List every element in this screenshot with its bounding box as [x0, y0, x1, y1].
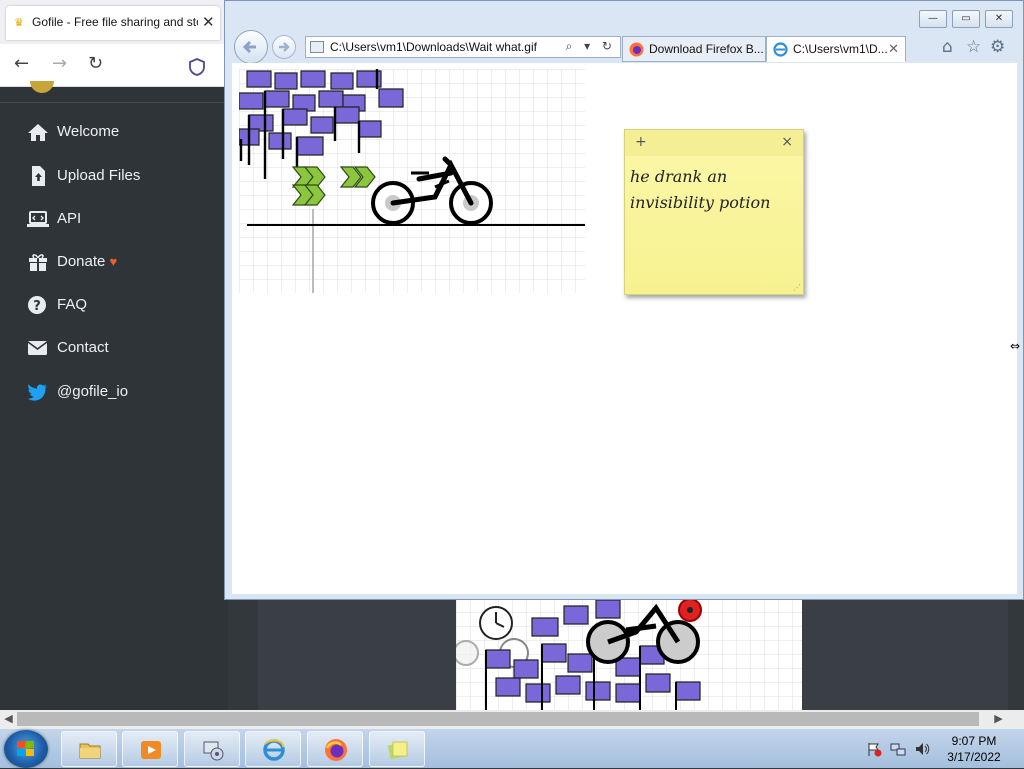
reload-button[interactable]: ↻: [88, 53, 103, 74]
sticky-note[interactable]: + × he drank an invisibility potion ⋰: [624, 129, 804, 295]
firefox-tab-title: Gofile - Free file sharing and sto: [32, 15, 198, 29]
sidebar-divider: [0, 102, 228, 103]
sidebar-item-label: @gofile_io: [57, 383, 129, 400]
sidebar-item-upload-files[interactable]: Upload Files: [0, 158, 228, 194]
action-center-flag-icon[interactable]: [866, 741, 882, 757]
sidebar-item-welcome[interactable]: Welcome: [0, 114, 228, 150]
back-button[interactable]: ←: [14, 53, 29, 74]
back-button[interactable]: [234, 30, 268, 64]
maximize-button[interactable]: ▭: [952, 10, 980, 28]
system-clock[interactable]: 9:07 PM 3/17/2022: [932, 733, 1016, 765]
clock-date: 3/17/2022: [947, 750, 1001, 764]
close-tab-icon[interactable]: ✕: [888, 41, 899, 57]
close-note-button[interactable]: ×: [781, 134, 793, 150]
heart-icon: ♥: [109, 254, 118, 269]
back-arrow-icon: [242, 40, 256, 54]
gif-preview-image: [456, 598, 802, 710]
firefox-tab-strip: ♛ Gofile - Free file sharing and sto ✕: [0, 0, 228, 44]
close-tab-icon[interactable]: ✕: [202, 13, 215, 31]
sticky-note-text[interactable]: he drank an invisibility potion: [630, 164, 798, 216]
sidebar-item-twitter[interactable]: @gofile_io: [0, 374, 228, 410]
sidebar-item-api[interactable]: API: [0, 201, 228, 237]
forward-arrow-icon: [279, 42, 290, 52]
sidebar-item-label: Contact: [57, 339, 109, 356]
home-icon: [28, 124, 48, 141]
tab-current-gif[interactable]: C:\Users\vm1\D... ✕: [766, 36, 906, 62]
media-player-icon: [141, 741, 161, 759]
taskbar-internet-explorer[interactable]: [245, 731, 301, 767]
envelope-icon: [27, 341, 48, 355]
sidebar-item-label-wrap: Donate ♥: [57, 253, 117, 270]
file-icon: [310, 41, 324, 53]
firefox-icon: [325, 739, 347, 761]
home-icon[interactable]: ⌂: [942, 37, 953, 57]
taskbar-media-player[interactable]: [122, 731, 178, 767]
animated-gif-image: [239, 69, 585, 293]
horizontal-scrollbar[interactable]: ◀ ▶: [0, 710, 1024, 728]
forward-button[interactable]: →: [52, 53, 67, 74]
resize-cursor-icon: ⇔: [1010, 339, 1021, 353]
ie-icon: [773, 42, 788, 57]
scrollbar-thumb[interactable]: [17, 712, 979, 726]
clock-time: 9:07 PM: [951, 734, 997, 748]
browser-content: + × he drank an invisibility potion ⋰: [232, 63, 1017, 594]
laptop-code-icon: [27, 211, 49, 227]
volume-icon[interactable]: [914, 741, 930, 757]
taskbar-firefox[interactable]: [307, 731, 363, 767]
forward-button[interactable]: [272, 35, 296, 59]
gofile-logo: [30, 81, 54, 93]
sidebar-item-faq[interactable]: ? FAQ: [0, 287, 228, 323]
scroll-left-icon[interactable]: ◀: [0, 710, 17, 728]
sidebar-item-label: Welcome: [57, 123, 120, 140]
add-note-button[interactable]: +: [635, 134, 647, 150]
taskbar-devices[interactable]: [184, 731, 240, 767]
tracking-protection-shield-icon[interactable]: [186, 56, 208, 78]
svg-text:?: ?: [33, 299, 41, 314]
sidebar-item-contact[interactable]: Contact: [0, 330, 228, 366]
address-url: C:\Users\vm1\Downloads\Wait what.gif: [330, 40, 537, 54]
start-button[interactable]: [4, 730, 48, 768]
gofile-favicon-icon: ♛: [14, 16, 24, 29]
gift-icon: [29, 254, 47, 271]
settings-gear-icon[interactable]: ⚙: [990, 37, 1005, 57]
file-upload-icon: [32, 166, 45, 186]
windows-logo-icon: [17, 741, 34, 756]
taskbar-file-explorer[interactable]: [61, 731, 117, 767]
minimize-button[interactable]: —: [919, 10, 947, 28]
address-search-refresh-icons[interactable]: ⌕ ▾ ↻: [566, 39, 616, 54]
sticky-note-header: [625, 130, 803, 156]
gofile-sidebar: Welcome Upload Files API Donate ♥ ? FAQ …: [0, 81, 228, 710]
firefox-icon: [629, 42, 644, 57]
favorites-star-icon[interactable]: ☆: [966, 37, 981, 57]
close-window-button[interactable]: ✕: [985, 10, 1013, 28]
sidebar-item-label: Donate: [57, 253, 106, 270]
tab-download-firefox[interactable]: Download Firefox B...: [622, 36, 766, 62]
scroll-right-icon[interactable]: ▶: [990, 710, 1007, 728]
twitter-icon: [27, 384, 47, 401]
sidebar-item-label: API: [57, 210, 82, 227]
sticky-note-line: invisibility potion: [630, 193, 771, 212]
firefox-tab-gofile[interactable]: ♛ Gofile - Free file sharing and sto ✕: [6, 6, 220, 40]
sticky-note-line: he drank an: [630, 167, 728, 186]
internet-explorer-icon: [263, 739, 285, 761]
internet-explorer-window: — ▭ ✕ C:\Users\vm1\Downloads\Wait what.g…: [224, 0, 1024, 600]
tab-label: Download Firefox B...: [649, 42, 764, 56]
question-circle-icon: ?: [28, 296, 46, 314]
tab-label: C:\Users\vm1\D...: [793, 42, 888, 56]
network-icon[interactable]: [890, 741, 906, 757]
sidebar-item-label: Upload Files: [57, 167, 141, 184]
taskbar-sticky-notes[interactable]: [369, 731, 425, 767]
taskbar: 9:07 PM 3/17/2022: [0, 728, 1024, 768]
address-bar[interactable]: C:\Users\vm1\Downloads\Wait what.gif ⌕ ▾…: [305, 36, 621, 58]
devices-icon: [203, 741, 224, 761]
sidebar-item-label: FAQ: [57, 296, 88, 313]
resize-grip-icon[interactable]: ⋰: [793, 283, 801, 292]
sidebar-item-donate[interactable]: Donate ♥: [0, 244, 228, 280]
file-explorer-icon: [79, 743, 101, 759]
sticky-notes-icon: [387, 741, 408, 760]
